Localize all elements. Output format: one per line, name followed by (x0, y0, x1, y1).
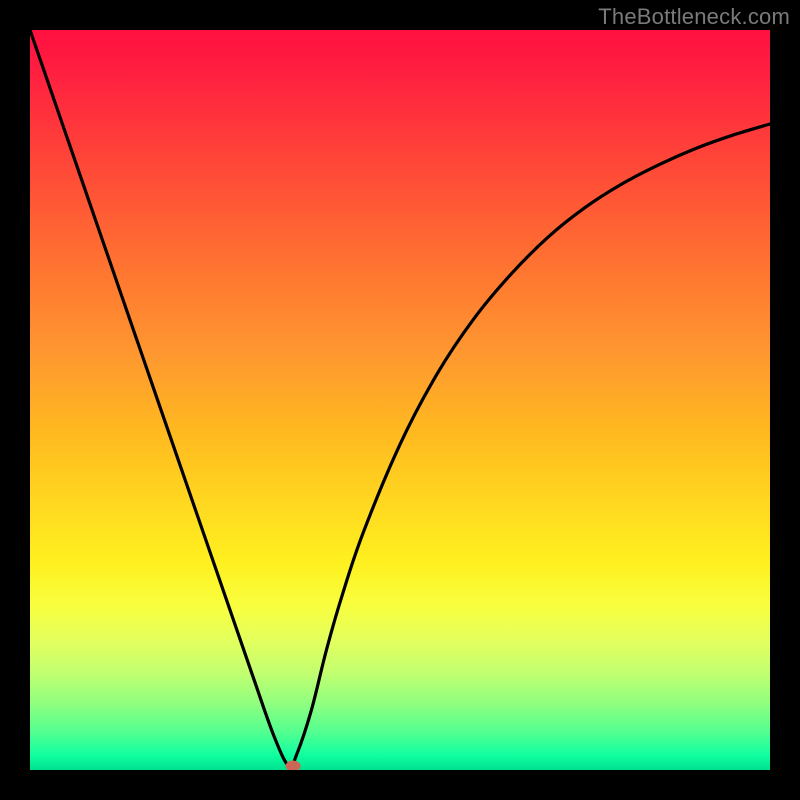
watermark-text: TheBottleneck.com (598, 4, 790, 30)
bottleneck-curve (30, 30, 770, 770)
plot-area (30, 30, 770, 770)
minimum-marker (285, 761, 300, 770)
chart-frame: TheBottleneck.com (0, 0, 800, 800)
